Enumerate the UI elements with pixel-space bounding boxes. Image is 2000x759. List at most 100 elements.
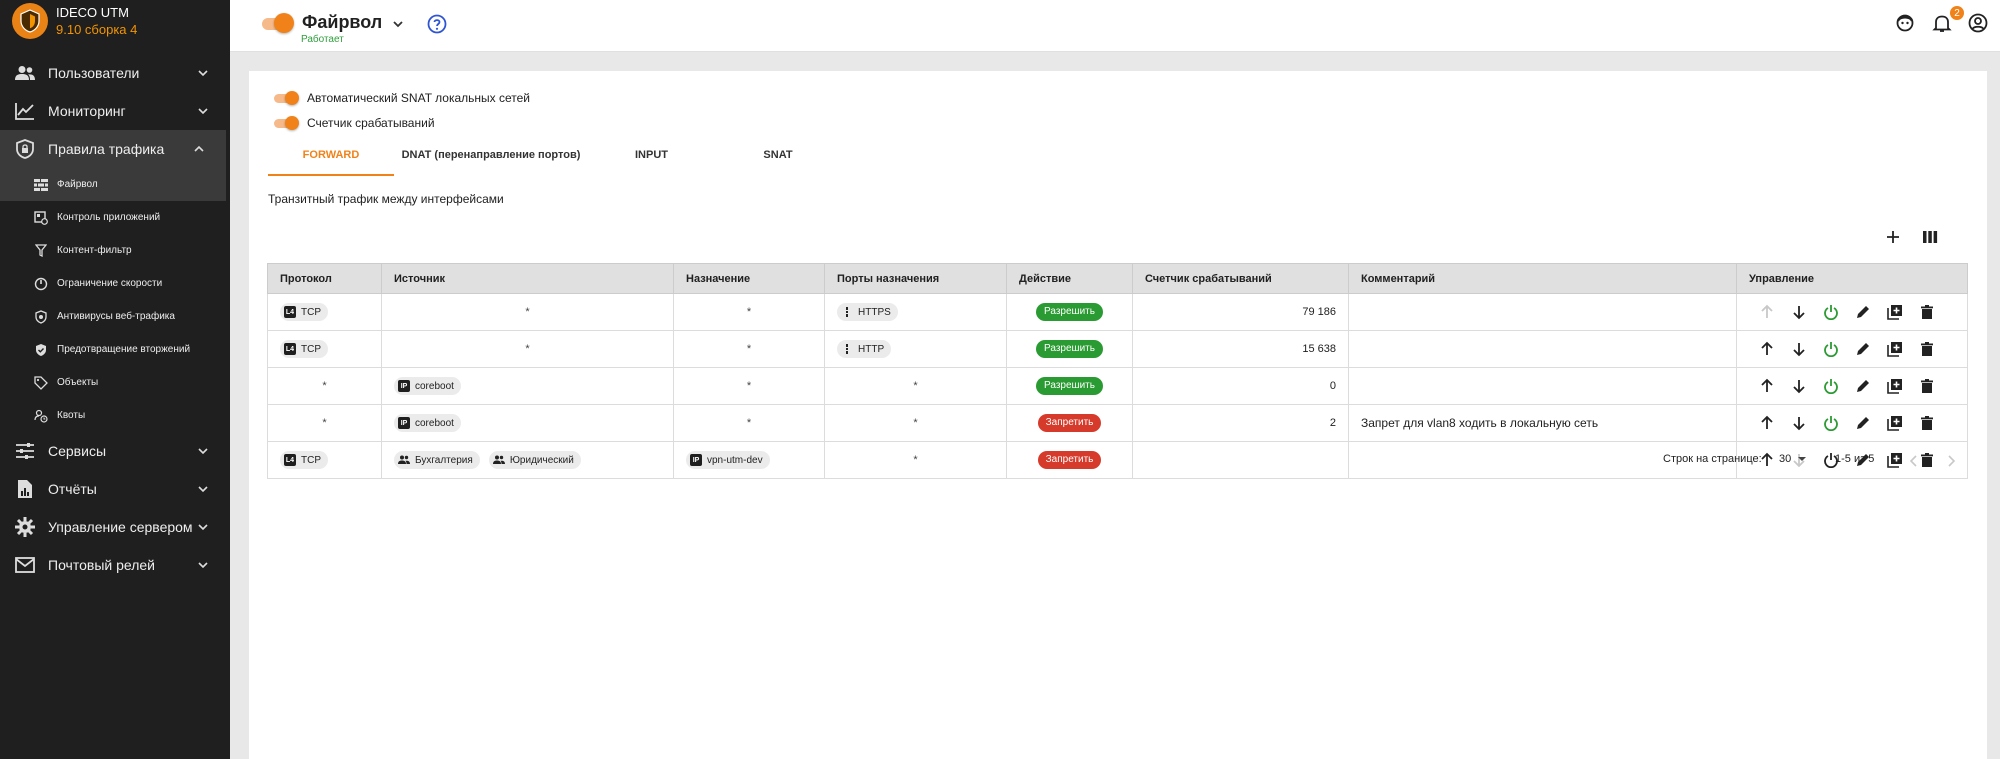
any-value: * <box>746 380 752 392</box>
arrow-down-icon[interactable] <box>1789 302 1809 322</box>
sidebar-subitem-speed-limit[interactable]: Ограничение скорости <box>0 267 230 300</box>
rows-per-page-select[interactable]: 30 <box>1779 453 1808 473</box>
arrow-down-icon[interactable] <box>1789 376 1809 396</box>
duplicate-icon[interactable] <box>1885 376 1905 396</box>
column-header[interactable]: Счетчик срабатываний <box>1132 263 1349 294</box>
chevron-down-icon <box>198 108 208 115</box>
delete-icon[interactable] <box>1917 413 1937 433</box>
firewall-enable-toggle[interactable] <box>260 13 294 33</box>
sliders-icon <box>14 440 36 462</box>
chevron-down-icon[interactable] <box>390 16 406 32</box>
column-header[interactable]: Источник <box>381 263 674 294</box>
rules-table: Протокол Источник Назначение Порты назна… <box>267 263 1968 479</box>
duplicate-icon[interactable] <box>1885 302 1905 322</box>
sidebar-subitem-firewall[interactable]: Файрвол <box>0 168 226 201</box>
duplicate-icon[interactable] <box>1885 450 1905 470</box>
sidebar-item-traffic-rules[interactable]: Правила трафика <box>0 130 226 168</box>
destination-cell: IP vpn-utm-dev <box>673 441 825 479</box>
snat-label: Автоматический SNAT локальных сетей <box>307 91 531 105</box>
power-icon[interactable] <box>1821 413 1841 433</box>
any-value: * <box>913 454 918 466</box>
sidebar-subitem-antivirus[interactable]: Антивирусы веб-трафика <box>0 300 230 333</box>
table-row[interactable]: * IP coreboot * * Запретить 2 Запрет для … <box>267 404 1968 442</box>
add-rule-icon[interactable] <box>1882 226 1904 248</box>
arrow-up-icon[interactable] <box>1757 339 1777 359</box>
destination-cell: * <box>673 404 825 442</box>
power-icon[interactable] <box>1821 302 1841 322</box>
help-icon[interactable] <box>426 13 448 35</box>
protocol-cell: L4 TCP <box>267 441 382 479</box>
duplicate-icon[interactable] <box>1885 339 1905 359</box>
column-header[interactable]: Порты назначения <box>824 263 1007 294</box>
sidebar-subitem-app-control[interactable]: Контроль приложений <box>0 201 230 234</box>
arrow-up-icon[interactable] <box>1757 376 1777 396</box>
column-header[interactable]: Назначение <box>673 263 825 294</box>
ip-icon: IP <box>690 454 702 466</box>
any-value: * <box>746 417 752 429</box>
power-icon[interactable] <box>1821 339 1841 359</box>
column-header[interactable]: Протокол <box>267 263 382 294</box>
tab-input[interactable]: INPUT <box>588 149 715 176</box>
power-icon[interactable] <box>1821 376 1841 396</box>
source-chip: Юридический <box>488 451 581 469</box>
sidebar-subitem-label: Контроль приложений <box>57 212 161 223</box>
gear-icon <box>14 516 36 538</box>
edit-icon[interactable] <box>1853 376 1873 396</box>
next-page-icon[interactable] <box>1943 453 1959 469</box>
column-header[interactable]: Действие <box>1006 263 1133 294</box>
sidebar-item-monitoring[interactable]: Мониторинг <box>0 92 230 130</box>
edit-icon[interactable] <box>1853 413 1873 433</box>
sidebar-subitem-content-filter[interactable]: Контент-фильтр <box>0 234 230 267</box>
ports-cell: * <box>824 441 1007 479</box>
sidebar-subitem-quotas[interactable]: Квоты <box>0 399 230 432</box>
sidebar-item-users[interactable]: Пользователи <box>0 54 230 92</box>
protocol-name: TCP <box>301 343 321 355</box>
tab-snat[interactable]: SNAT <box>715 149 841 176</box>
source-chip: IP coreboot <box>394 377 461 395</box>
sidebar-item-reports[interactable]: Отчёты <box>0 470 230 508</box>
source-cell: * <box>381 330 674 368</box>
sidebar-subitem-objects[interactable]: Объекты <box>0 366 230 399</box>
sidebar-subitem-intrusion-prevention[interactable]: Предотвращение вторжений <box>0 333 230 366</box>
ip-icon: IP <box>398 380 410 392</box>
delete-icon[interactable] <box>1917 376 1937 396</box>
sidebar-item-server-management[interactable]: Управление сервером <box>0 508 230 546</box>
account-icon[interactable] <box>1967 12 1989 34</box>
brand[interactable]: IDECO UTM 9.10 сборка 4 <box>0 0 230 42</box>
destination-name: vpn-utm-dev <box>707 454 763 466</box>
sidebar-item-label: Почтовый релей <box>48 557 155 573</box>
delete-icon[interactable] <box>1917 302 1937 322</box>
ideco-logo-icon <box>12 3 48 39</box>
support-agent-icon[interactable] <box>1894 12 1916 34</box>
destination-cell: * <box>673 293 825 331</box>
protocol-name: TCP <box>301 454 321 466</box>
prev-page-icon[interactable] <box>1906 453 1922 469</box>
any-value: * <box>913 417 918 429</box>
table-row[interactable]: L4 TCP * * HTTPS Разрешить 79 186 <box>267 293 1968 331</box>
l4-icon: L4 <box>284 454 296 466</box>
arrow-down-icon[interactable] <box>1789 339 1809 359</box>
tab-forward[interactable]: FORWARD <box>268 149 394 176</box>
delete-icon[interactable] <box>1917 339 1937 359</box>
any-value: * <box>746 343 752 355</box>
tab-dnat[interactable]: DNAT (перенаправление портов) <box>394 149 588 176</box>
arrow-down-icon[interactable] <box>1789 413 1809 433</box>
columns-icon[interactable] <box>1919 226 1941 248</box>
counter-setting: Счетчик срабатываний <box>273 113 435 133</box>
protocol-chip: L4 TCP <box>280 303 328 321</box>
counter-toggle[interactable] <box>273 115 301 131</box>
snat-toggle[interactable] <box>273 90 301 106</box>
chevron-down-icon <box>198 524 208 531</box>
column-header[interactable]: Комментарий <box>1348 263 1737 294</box>
arrow-up-icon[interactable] <box>1757 413 1777 433</box>
sidebar-item-services[interactable]: Сервисы <box>0 432 230 470</box>
shield-lock-icon <box>14 138 36 160</box>
duplicate-icon[interactable] <box>1885 413 1905 433</box>
sidebar-item-mail-relay[interactable]: Почтовый релей <box>0 546 230 584</box>
table-row[interactable]: * IP coreboot * * Разрешить 0 <box>267 367 1968 405</box>
protocol-cell: * <box>267 367 382 405</box>
edit-icon[interactable] <box>1853 339 1873 359</box>
table-row[interactable]: L4 TCP * * HTTP Разрешить 15 638 <box>267 330 1968 368</box>
port-chip: HTTP <box>837 340 892 358</box>
edit-icon[interactable] <box>1853 302 1873 322</box>
